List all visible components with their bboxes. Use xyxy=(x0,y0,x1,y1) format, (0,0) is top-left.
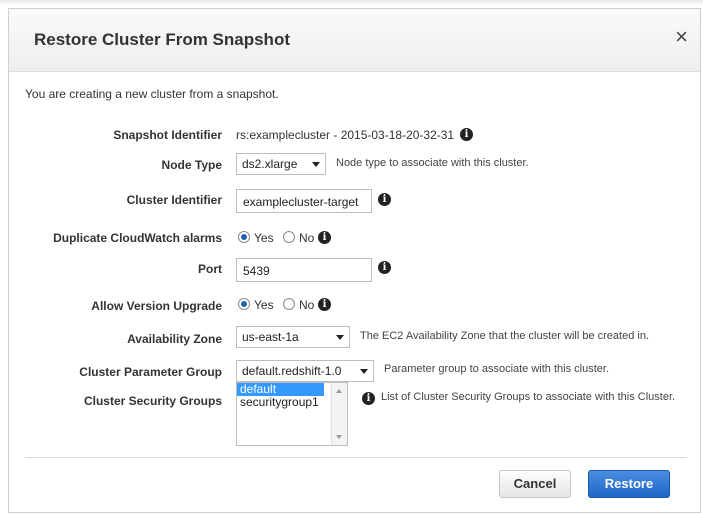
info-icon[interactable]: i xyxy=(318,298,331,311)
security-groups-listbox[interactable]: default securitygroup1 xyxy=(236,382,348,446)
chevron-up-icon[interactable] xyxy=(336,389,342,393)
security-groups-label: Cluster Security Groups xyxy=(83,394,222,408)
info-icon[interactable]: i xyxy=(378,261,391,274)
chevron-down-icon xyxy=(312,162,320,167)
duplicate-alarms-no-radio[interactable] xyxy=(283,231,295,243)
node-type-label: Node Type xyxy=(161,158,222,172)
version-upgrade-no-label: No xyxy=(299,298,315,312)
allow-version-upgrade-label: Allow Version Upgrade xyxy=(91,299,222,313)
intro-text: You are creating a new cluster from a sn… xyxy=(25,87,279,101)
availability-zone-select[interactable]: us-east-1a xyxy=(236,326,350,348)
chevron-down-icon xyxy=(360,369,368,374)
cancel-button[interactable]: Cancel xyxy=(499,470,571,498)
security-groups-hint: List of Cluster Security Groups to assoc… xyxy=(381,391,676,403)
info-icon[interactable]: i xyxy=(318,231,331,244)
version-upgrade-yes-radio[interactable] xyxy=(238,298,250,310)
availability-zone-label: Availability Zone xyxy=(127,332,222,346)
dialog-header: Restore Cluster From Snapshot × xyxy=(9,9,700,72)
parameter-group-value: default.redshift-1.0 xyxy=(242,364,342,378)
node-type-value: ds2.xlarge xyxy=(242,157,298,171)
footer-divider xyxy=(25,457,687,458)
chevron-down-icon xyxy=(336,335,344,340)
duplicate-alarms-yes-label: Yes xyxy=(254,231,274,245)
port-label: Port xyxy=(198,262,222,276)
info-icon[interactable]: i xyxy=(362,392,375,405)
cluster-identifier-input[interactable]: examplecluster-target xyxy=(236,189,372,213)
parameter-group-select[interactable]: default.redshift-1.0 xyxy=(236,360,374,382)
info-icon[interactable]: i xyxy=(460,128,473,141)
snapshot-identifier-label: Snapshot Identifier xyxy=(113,128,222,142)
port-input[interactable]: 5439 xyxy=(236,258,372,282)
dialog-title: Restore Cluster From Snapshot xyxy=(34,30,290,49)
restore-button[interactable]: Restore xyxy=(588,470,670,498)
close-icon[interactable]: × xyxy=(675,26,688,48)
cluster-identifier-label: Cluster Identifier xyxy=(126,193,222,207)
version-upgrade-yes-label: Yes xyxy=(254,298,274,312)
parameter-group-hint: Parameter group to associate with this c… xyxy=(384,363,609,375)
availability-zone-value: us-east-1a xyxy=(242,330,299,344)
chevron-down-icon[interactable] xyxy=(336,435,342,439)
snapshot-identifier-value: rs:examplecluster - 2015-03-18-20-32-31 xyxy=(236,128,455,142)
version-upgrade-no-radio[interactable] xyxy=(283,298,295,310)
node-type-select[interactable]: ds2.xlarge xyxy=(236,153,326,175)
availability-zone-hint: The EC2 Availability Zone that the clust… xyxy=(360,330,650,342)
listbox-scrollbar[interactable] xyxy=(331,383,347,445)
duplicate-alarms-no-label: No xyxy=(299,231,315,245)
info-icon[interactable]: i xyxy=(378,193,391,206)
duplicate-alarms-label: Duplicate CloudWatch alarms xyxy=(53,231,222,245)
parameter-group-label: Cluster Parameter Group xyxy=(79,365,222,379)
top-background-strip xyxy=(0,0,703,6)
node-type-hint: Node type to associate with this cluster… xyxy=(336,157,529,169)
duplicate-alarms-yes-radio[interactable] xyxy=(238,231,250,243)
